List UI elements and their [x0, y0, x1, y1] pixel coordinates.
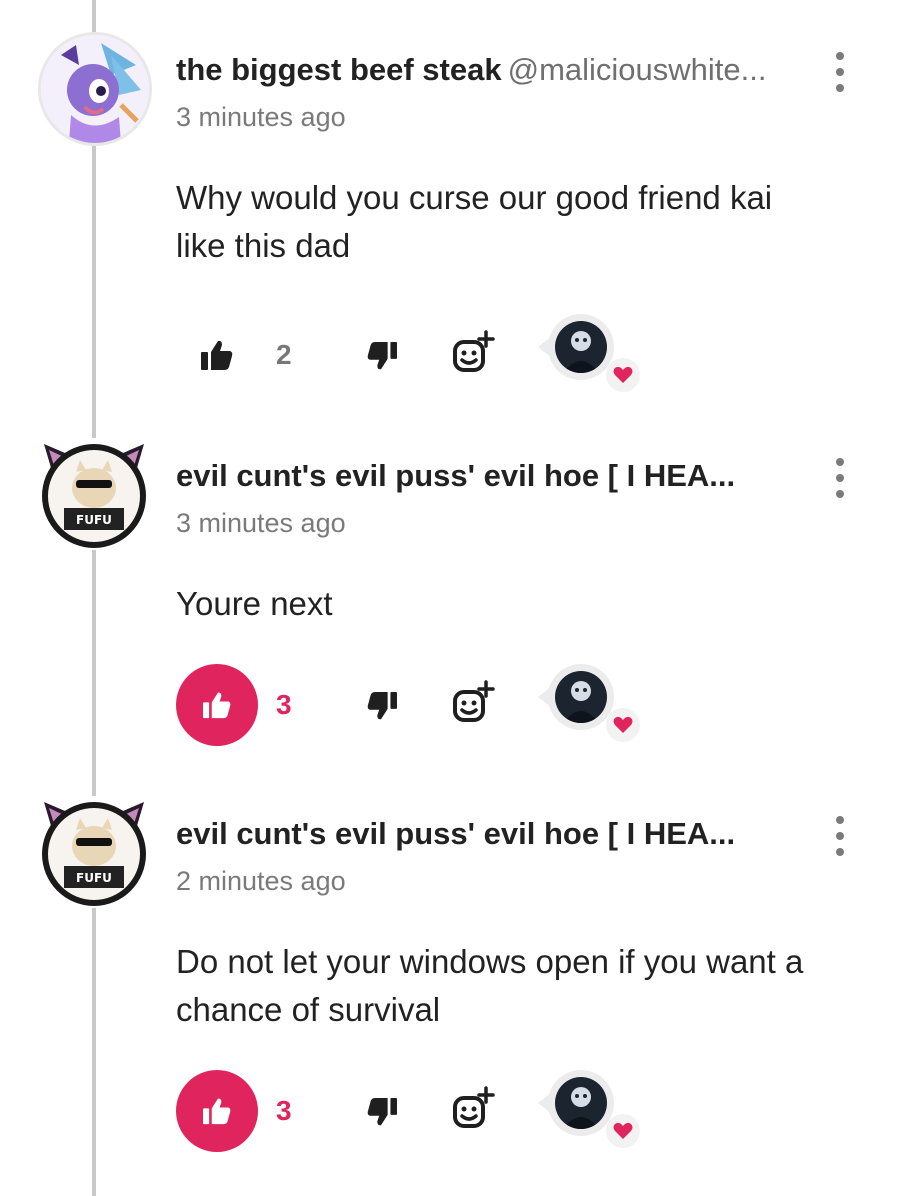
comment-timestamp: 3 minutes ago — [176, 508, 346, 538]
like-button[interactable] — [176, 1070, 258, 1152]
thumbs-up-icon — [203, 692, 231, 719]
more-options-icon[interactable] — [826, 458, 854, 498]
user-avatar[interactable] — [38, 32, 152, 146]
heart-icon — [606, 708, 640, 742]
reactor-avatar — [555, 671, 607, 723]
thumbs-up-icon — [203, 1098, 231, 1125]
reaction-bubble[interactable] — [538, 664, 640, 742]
add-reaction-button[interactable] — [450, 1086, 496, 1132]
add-reaction-button[interactable] — [450, 680, 496, 726]
dislike-button[interactable] — [362, 336, 402, 376]
add-reaction-button[interactable] — [450, 330, 496, 376]
author-name[interactable]: the biggest beef steak — [176, 52, 502, 87]
comment-text-line: Why would you curse our good friend kai — [176, 179, 773, 216]
comment-text-line: chance of survival — [176, 991, 441, 1028]
heart-icon — [606, 358, 640, 392]
user-avatar[interactable]: FUFU — [38, 438, 150, 550]
more-options-icon[interactable] — [826, 52, 854, 92]
author-handle[interactable]: @maliciouswhite... — [508, 52, 767, 87]
cat-with-sunglasses-avatar-icon: FUFU — [42, 444, 146, 548]
comment-actions: 2 — [0, 314, 900, 404]
heart-icon — [606, 1114, 640, 1148]
reactor-avatar — [555, 321, 607, 373]
reactor-avatar — [555, 1077, 607, 1129]
comment-author[interactable]: evil cunt's evil puss' evil hoe [ I HEA.… — [176, 814, 786, 854]
svg-text:FUFU: FUFU — [76, 871, 112, 885]
comment-actions: 3 — [0, 1070, 900, 1160]
more-options-icon[interactable] — [826, 816, 854, 856]
comment-author[interactable]: the biggest beef steak @maliciouswhite... — [176, 50, 786, 90]
thumbs-up-icon — [201, 340, 233, 370]
add-emoji-icon — [453, 680, 495, 722]
comment-timestamp: 3 minutes ago — [176, 102, 346, 132]
svg-text:FUFU: FUFU — [76, 513, 112, 527]
like-button[interactable] — [176, 664, 258, 746]
like-count: 3 — [276, 689, 292, 720]
dislike-button[interactable] — [362, 686, 402, 726]
comment-author[interactable]: evil cunt's evil puss' evil hoe [ I HEA.… — [176, 456, 786, 496]
comment-text-line: Do not let your windows open if you want… — [176, 943, 804, 980]
like-count: 3 — [276, 1095, 292, 1126]
reaction-bubble[interactable] — [538, 314, 640, 392]
comment-text-line: Youre next — [176, 585, 333, 622]
thumbs-down-icon — [367, 691, 397, 720]
reaction-bubble[interactable] — [538, 1070, 640, 1148]
user-avatar[interactable]: FUFU — [38, 796, 150, 908]
like-button[interactable] — [176, 314, 258, 396]
comment-timestamp: 2 minutes ago — [176, 866, 346, 896]
add-emoji-icon — [453, 330, 495, 372]
comment-text: Do not let your windows open if you want… — [176, 938, 866, 1034]
add-emoji-icon — [453, 1086, 495, 1128]
comment-actions: 3 — [0, 664, 900, 754]
author-name[interactable]: evil cunt's evil puss' evil hoe [ I HEA.… — [176, 816, 735, 851]
comment-text: Why would you curse our good friend kai … — [176, 174, 866, 270]
comment-text: Youre next — [176, 580, 866, 628]
comment-text-line: like this dad — [176, 227, 351, 264]
thread-line — [92, 0, 96, 1196]
dislike-button[interactable] — [362, 1092, 402, 1132]
anime-character-avatar-icon — [41, 35, 149, 143]
cat-with-sunglasses-avatar-icon: FUFU — [42, 802, 146, 906]
thumbs-down-icon — [367, 341, 397, 370]
like-count: 2 — [276, 339, 292, 370]
author-name[interactable]: evil cunt's evil puss' evil hoe [ I HEA.… — [176, 458, 735, 493]
thumbs-down-icon — [367, 1097, 397, 1126]
